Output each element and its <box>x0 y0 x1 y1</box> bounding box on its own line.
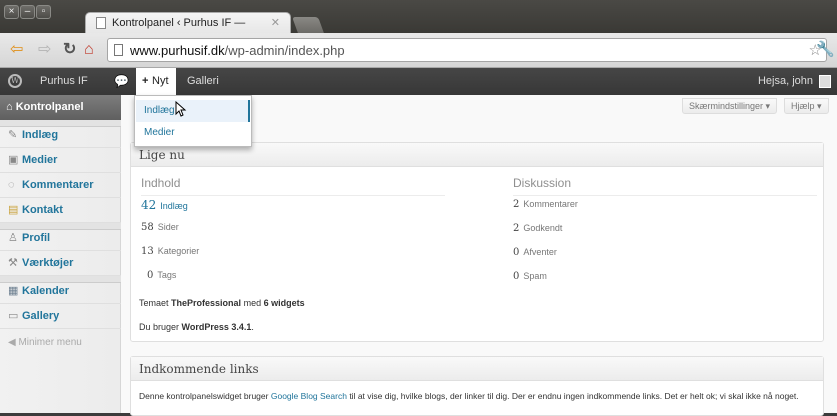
gallery-icon: ▭ <box>8 310 19 322</box>
galleri-link[interactable]: Galleri <box>187 68 219 95</box>
avatar[interactable] <box>819 75 831 88</box>
incoming-links-widget: Indkommende links Denne kontrolpanelswid… <box>130 356 824 416</box>
site-name-link[interactable]: Purhus IF <box>40 68 88 95</box>
plus-icon: + <box>142 75 149 87</box>
content-row[interactable]: 0 Tags <box>147 270 176 281</box>
sidebar-item-vaerktojer[interactable]: ⚒ Værktøjer <box>0 251 121 276</box>
users-icon: ♙ <box>8 232 18 244</box>
comment-icon: ◌ <box>8 179 15 191</box>
wrench-icon[interactable]: 🔧 <box>816 40 835 58</box>
wp-admin-bar: W Purhus IF 💬 + Nyt Galleri Hejsa, john <box>0 68 837 95</box>
discussion-row[interactable]: 2 Godkendt <box>513 223 562 234</box>
sidebar-item-kommentarer[interactable]: ◌ Kommentarer <box>0 173 121 198</box>
discussion-row[interactable]: 0 Spam <box>513 271 547 282</box>
content-row[interactable]: 58 Sider <box>141 222 179 233</box>
minimize-window-button[interactable]: – <box>20 5 35 19</box>
screen-options-button[interactable]: Skærmindstillinger ▾ <box>682 98 778 114</box>
back-icon[interactable]: ⇦ <box>10 42 23 58</box>
discussion-heading: Diskussion <box>513 176 572 190</box>
theme-info: Temaet TheProfessional med 6 widgets <box>139 298 305 308</box>
media-icon: ▣ <box>8 154 19 166</box>
title-bar: × – ▫ Kontrolpanel ‹ Purhus IF — ✕ <box>0 0 837 34</box>
page-icon <box>114 44 123 56</box>
sidebar-item-gallery[interactable]: ▭ Gallery <box>0 304 121 329</box>
sidebar-item-medier[interactable]: ▣ Medier <box>0 148 121 173</box>
sidebar-item-kontakt[interactable]: ▤ Kontakt <box>0 198 121 223</box>
tab-close-icon[interactable]: ✕ <box>271 16 280 29</box>
dropdown-item-indlaeg[interactable]: Indlæg <box>136 100 250 122</box>
dropdown-item-medier[interactable]: Medier <box>136 122 250 144</box>
new-label: Nyt <box>152 75 169 87</box>
divider <box>513 195 817 196</box>
contact-icon: ▤ <box>8 204 19 216</box>
reload-icon[interactable]: ↻ <box>63 42 76 58</box>
discussion-row[interactable]: 2 Kommentarer <box>513 199 578 210</box>
close-window-button[interactable]: × <box>4 5 19 19</box>
browser-toolbar: ⇦ ⇨ ↻ ⌂ www.purhusif.dk/wp-admin/index.p… <box>0 33 837 68</box>
pin-icon: ✎ <box>8 129 18 141</box>
maximize-window-button[interactable]: ▫ <box>36 5 51 19</box>
browser-tab[interactable]: Kontrolpanel ‹ Purhus IF — ✕ <box>85 12 291 34</box>
admin-sidebar: ⌂ Kontrolpanel ✎ Indlæg ▣ Medier ◌ Kommenta… <box>0 95 121 413</box>
content-row[interactable]: 42 Indlæg <box>141 198 188 212</box>
home-icon: ⌂ <box>6 101 16 113</box>
calendar-icon: ▦ <box>8 285 19 297</box>
content-row[interactable]: 13 Kategorier <box>141 246 199 257</box>
version-info: Du bruger WordPress 3.4.1. <box>139 322 254 332</box>
comment-bubble-icon[interactable]: 💬 <box>114 68 129 95</box>
sidebar-item-kontrolpanel[interactable]: ⌂ Kontrolpanel <box>0 95 121 120</box>
help-button[interactable]: Hjælp ▾ <box>784 98 829 114</box>
forward-icon[interactable]: ⇨ <box>38 42 51 58</box>
collapse-menu-button[interactable]: ◀ Minimer menu <box>8 337 82 348</box>
sidebar-item-indlaeg[interactable]: ✎ Indlæg <box>0 123 121 148</box>
google-blog-search-link[interactable]: Google Blog Search <box>271 391 347 401</box>
new-menu-button[interactable]: + Nyt <box>136 68 176 95</box>
sidebar-item-profil[interactable]: ♙ Profil <box>0 226 121 251</box>
collapse-arrow-icon: ◀ <box>8 337 19 348</box>
address-bar[interactable]: www.purhusif.dk/wp-admin/index.php ☆ <box>107 38 827 62</box>
browser-window: × – ▫ Kontrolpanel ‹ Purhus IF — ✕ ⇦ ⇨ ↻… <box>0 0 837 416</box>
tools-icon: ⚒ <box>8 257 18 269</box>
url-text: www.purhusif.dk/wp-admin/index.php <box>130 43 345 58</box>
wordpress-logo-icon[interactable]: W <box>8 74 22 88</box>
divider <box>141 195 445 196</box>
sidebar-item-kalender[interactable]: ▦ Kalender <box>0 279 121 304</box>
discussion-row[interactable]: 0 Afventer <box>513 247 557 258</box>
incoming-links-text: Denne kontrolpanelswidget bruger Google … <box>139 391 799 401</box>
greeting-link[interactable]: Hejsa, john <box>758 68 813 95</box>
home-icon[interactable]: ⌂ <box>84 42 94 58</box>
widget-title: Indkommende links <box>131 357 823 381</box>
right-now-widget: Lige nu Indhold Diskussion 42 Indlæg 58 Si… <box>130 142 824 342</box>
page-icon <box>96 17 106 29</box>
content-heading: Indhold <box>141 176 181 190</box>
tab-title: Kontrolpanel ‹ Purhus IF — <box>112 17 246 29</box>
mouse-cursor-icon <box>175 101 187 117</box>
new-content-dropdown: Indlæg Medier <box>134 95 252 147</box>
new-tab-button[interactable] <box>292 17 324 33</box>
